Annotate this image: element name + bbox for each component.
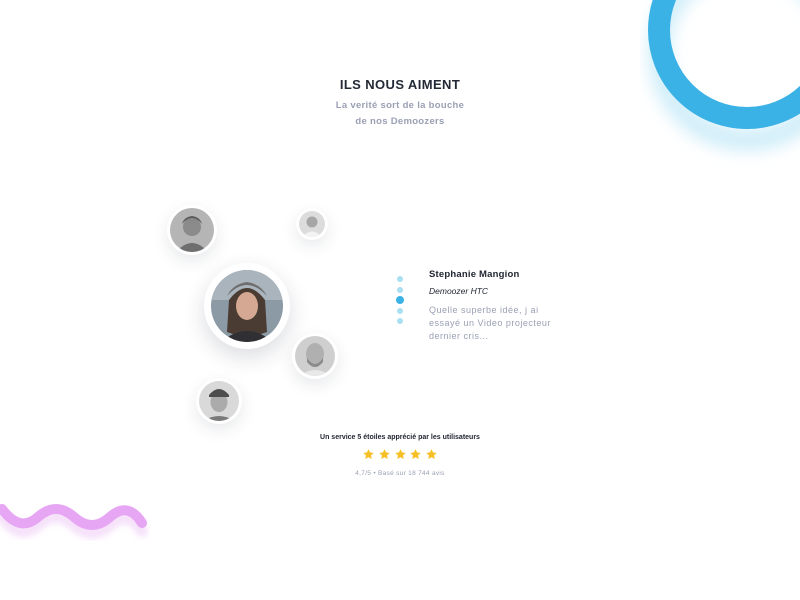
section-subtitle: La verité sort de la bouche de nos Demoo…: [300, 98, 500, 130]
subtitle-line-1: La verité sort de la bouche: [335, 100, 465, 111]
star-icon: [394, 449, 406, 460]
star-icon: [363, 449, 374, 460]
testimonial-quote: Quelle superbe idée, j ai essayé un Vide…: [429, 304, 569, 343]
avatar-photo: [170, 208, 214, 252]
avatar-reviewer-4[interactable]: [292, 333, 338, 379]
rating-summary: 4,7/5 • Basé sur 18 744 avis: [355, 470, 445, 477]
reviewer-role: Demoozer HTC: [429, 286, 489, 296]
star-icon: [426, 449, 437, 460]
avatar-active-reviewer[interactable]: [204, 263, 290, 349]
avatar-photo: [295, 336, 335, 376]
pager-dot-1[interactable]: [397, 276, 403, 282]
avatar-photo: [211, 270, 283, 342]
subtitle-line-2: de nos Demoozers: [355, 116, 445, 127]
avatar-photo: [299, 211, 325, 237]
quote-line-3: dernier cris...: [429, 331, 489, 341]
reviewer-name: Stephanie Mangion: [429, 269, 520, 280]
blue-ring-decoration: [648, 0, 800, 151]
quote-line-2: essayé un Video projecteur: [429, 318, 551, 328]
rating-caption: Un service 5 étoiles apprécié par les ut…: [320, 434, 480, 441]
purple-wave-decoration: [0, 504, 148, 539]
star-rating: [362, 448, 438, 462]
pager-dot-5[interactable]: [397, 318, 403, 324]
quote-line-1: Quelle superbe idée, j ai: [429, 305, 539, 315]
avatar-photo: [199, 381, 239, 421]
star-icon: [410, 449, 422, 460]
star-icon: [378, 449, 390, 460]
avatar-reviewer-2[interactable]: [296, 208, 328, 240]
pager-dot-4[interactable]: [397, 308, 403, 314]
section-title: ILS NOUS AIMENT: [339, 77, 461, 92]
pager-dot-2[interactable]: [397, 287, 403, 293]
avatar-reviewer-1[interactable]: [167, 205, 217, 255]
pager-dot-3-active[interactable]: [396, 296, 404, 304]
avatar-reviewer-5[interactable]: [196, 378, 242, 424]
